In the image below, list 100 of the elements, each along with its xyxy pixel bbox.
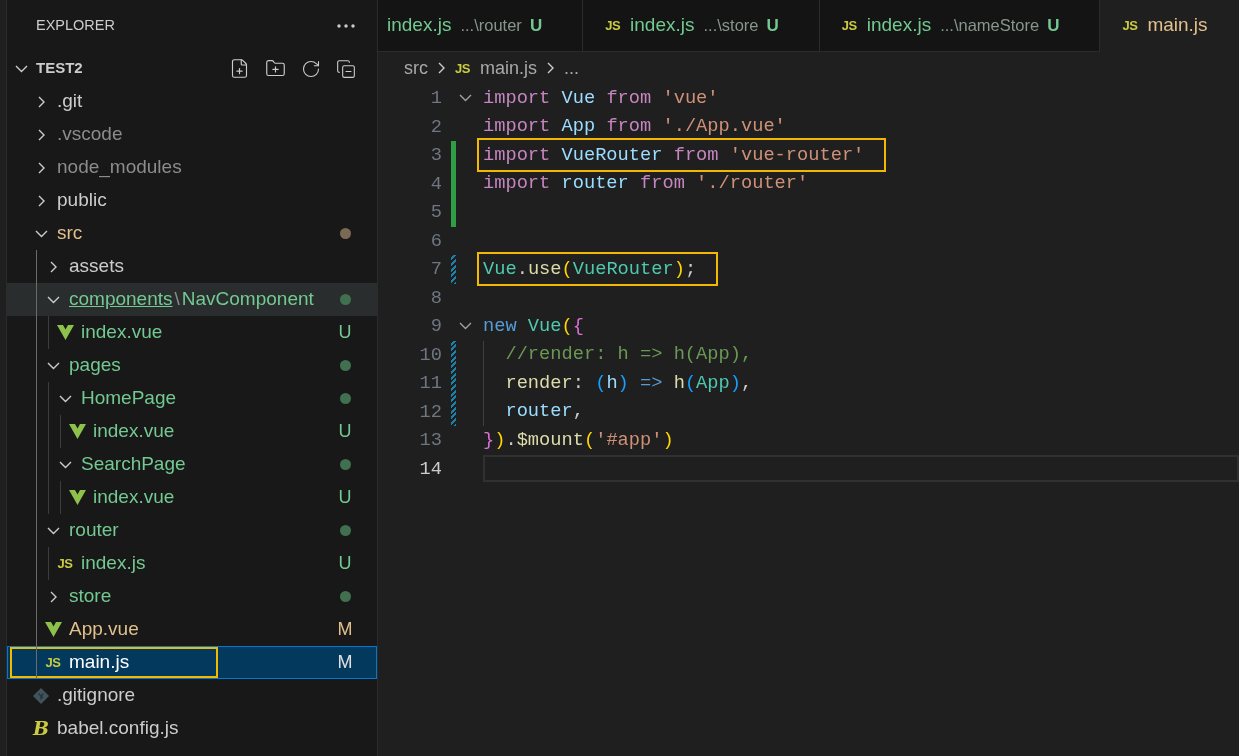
v-logo-icon <box>68 424 86 439</box>
tree-row[interactable]: SearchPage <box>7 448 377 481</box>
chevron-right-icon[interactable] <box>37 128 45 141</box>
chevron-down-icon[interactable] <box>46 361 60 370</box>
line-number: 5 <box>430 200 442 226</box>
chevron-down-icon[interactable] <box>34 229 48 238</box>
code-line: render: (h) => h(App), <box>505 372 753 394</box>
tab-title: index.js <box>630 13 695 38</box>
folder-name: store <box>69 584 112 609</box>
fold-chevron-icon[interactable] <box>458 322 472 331</box>
folder-name: router <box>69 518 119 543</box>
tree-row[interactable]: index.vue U <box>7 415 377 448</box>
tab-description: ...\store <box>703 15 759 37</box>
new-folder-icon[interactable] <box>265 58 286 79</box>
tree-row[interactable]: JS main.js M <box>7 646 377 679</box>
folder-name: pages <box>69 353 121 378</box>
tree-row[interactable]: index.vue U <box>7 316 377 349</box>
tree-row[interactable]: node_modules <box>7 151 377 184</box>
chevron-down-icon[interactable] <box>58 394 72 403</box>
git-status-letter: U <box>338 486 352 509</box>
js-file-icon: JS <box>57 557 73 570</box>
tree-row[interactable]: .gitignore <box>7 679 377 712</box>
tab-description: ...\router <box>460 15 522 37</box>
editor-tab[interactable]: index.js ...\router U <box>378 0 584 52</box>
tree-row[interactable]: public <box>7 184 377 217</box>
babel-file-icon: B <box>32 719 50 738</box>
line-number: 14 <box>419 456 442 482</box>
tree-row[interactable]: src <box>7 217 377 250</box>
chevron-right-icon[interactable] <box>49 260 57 273</box>
line-number: 9 <box>430 314 442 340</box>
tree-row[interactable]: index.vue U <box>7 481 377 514</box>
file-name: index.vue <box>81 320 163 345</box>
line-number: 3 <box>430 143 442 169</box>
new-file-icon[interactable] <box>229 58 250 79</box>
refresh-icon[interactable] <box>301 58 321 79</box>
chevron-right-icon[interactable] <box>37 95 45 108</box>
more-icon[interactable] <box>337 24 355 28</box>
workspace-name[interactable]: TEST2 <box>36 57 83 80</box>
git-status-letter: U <box>1047 14 1060 37</box>
line-number: 13 <box>419 428 442 454</box>
js-file-icon: JS <box>605 19 621 32</box>
git-status-letter: M <box>337 618 353 641</box>
breadcrumb-item[interactable]: JS main.js <box>455 54 537 82</box>
tab-title: main.js <box>1147 13 1208 38</box>
line-number: 6 <box>430 228 442 254</box>
line-number: 8 <box>430 285 442 311</box>
tab-title: index.js <box>387 13 452 38</box>
file-name: babel.config.js <box>57 716 179 741</box>
git-status-letter: M <box>337 651 353 674</box>
editor-tab[interactable]: JS index.js ...\store U <box>583 0 820 52</box>
code-line: //render: h => h(App), <box>505 344 753 366</box>
file-name: App.vue <box>69 617 139 642</box>
tree-row[interactable]: router <box>7 514 377 547</box>
editor-tab[interactable]: JS main.js <box>1100 0 1239 52</box>
editor-tab[interactable]: JS index.js ...\nameStore U <box>819 0 1101 52</box>
collapse-all-icon[interactable] <box>336 58 356 79</box>
code-line: new Vue({ <box>483 315 584 337</box>
chevron-right-icon[interactable] <box>37 161 45 174</box>
tree-row[interactable]: .git <box>7 85 377 118</box>
chevron-right-icon[interactable] <box>37 194 45 207</box>
breadcrumb-chevron-icon[interactable] <box>438 62 445 74</box>
fold-chevron-icon[interactable] <box>458 94 472 103</box>
git-status-letter: U <box>338 420 352 443</box>
breadcrumb-chevron-icon[interactable] <box>546 62 554 74</box>
tree-row[interactable]: .vscode <box>7 118 377 151</box>
folder-name: .vscode <box>57 122 123 147</box>
code-line: import router from './router' <box>483 173 809 195</box>
tree-row[interactable]: pages <box>7 349 377 382</box>
line-number: 11 <box>419 371 442 397</box>
tree-row[interactable]: App.vue M <box>7 613 377 646</box>
chevron-down-icon[interactable] <box>46 526 60 535</box>
line-number: 7 <box>430 257 442 283</box>
code-line: import Vue from 'vue' <box>483 87 719 109</box>
breadcrumb-item[interactable]: src <box>404 54 428 82</box>
git-status-letter: U <box>338 552 352 575</box>
code-line: import VueRouter from 'vue-router' <box>483 144 865 166</box>
tree-row[interactable]: store <box>7 580 377 613</box>
folder-path: components\NavComponent <box>69 287 314 312</box>
tab-description: ...\nameStore <box>940 15 1040 37</box>
tree-row[interactable]: assets <box>7 250 377 283</box>
panel-title: EXPLORER <box>36 16 115 36</box>
js-file-icon: JS <box>841 19 857 32</box>
js-file-icon: JS <box>1122 19 1138 32</box>
v-logo-icon <box>44 622 62 637</box>
folder-name: node_modules <box>57 155 182 180</box>
tree-row[interactable]: B babel.config.js <box>7 712 377 745</box>
file-name: index.vue <box>93 485 175 510</box>
code-line: router, <box>505 401 584 423</box>
tree-row[interactable]: HomePage <box>7 382 377 415</box>
chevron-down-icon[interactable] <box>14 64 28 73</box>
tree-row[interactable]: JS index.js U <box>7 547 377 580</box>
breadcrumb-item[interactable]: ... <box>563 54 579 82</box>
file-name: .gitignore <box>57 683 136 708</box>
chevron-down-icon[interactable] <box>46 295 60 304</box>
chevron-down-icon[interactable] <box>58 460 72 469</box>
folder-name: .git <box>57 89 83 114</box>
file-name: main.js <box>69 650 130 675</box>
tree-row[interactable]: components\NavComponent <box>7 283 377 316</box>
git-status-letter: U <box>338 321 352 344</box>
chevron-right-icon[interactable] <box>49 590 57 603</box>
